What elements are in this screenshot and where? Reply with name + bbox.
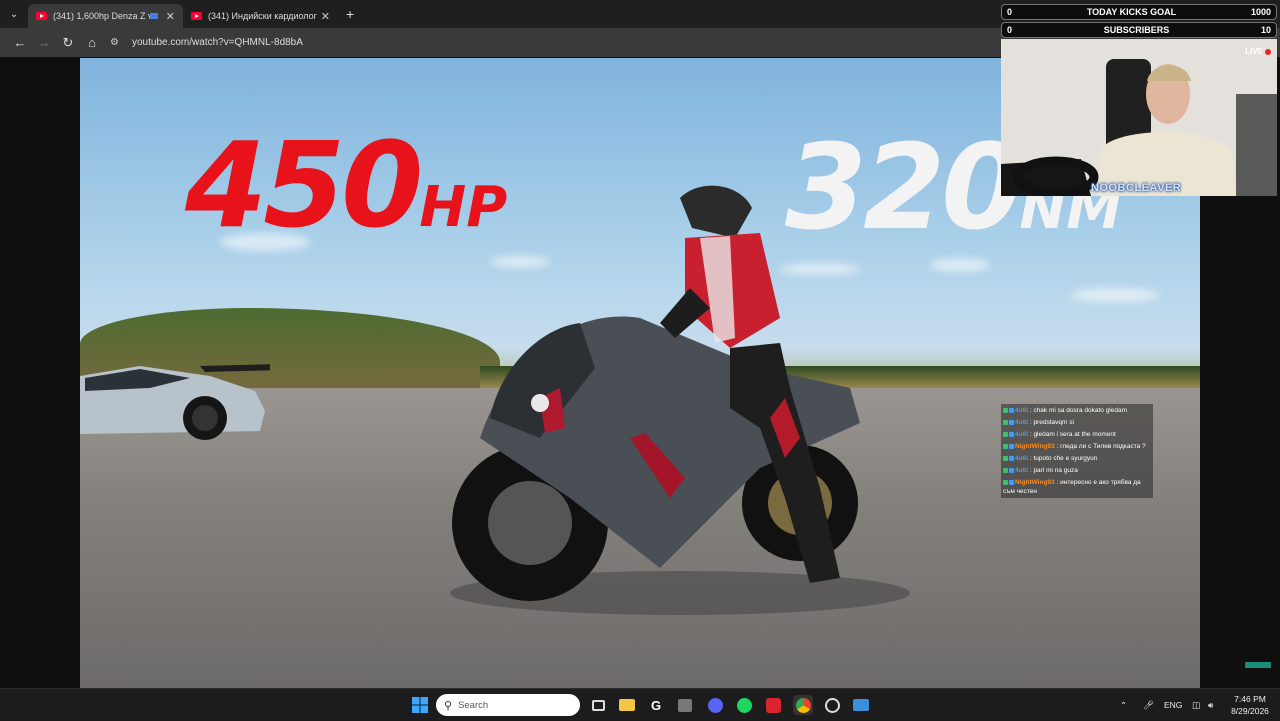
file-explorer-icon[interactable] xyxy=(617,695,637,715)
badge-icon xyxy=(1003,407,1008,413)
system-clock[interactable]: 7:46 PM 8/29/2026 xyxy=(1226,693,1274,717)
clock-time: 7:46 PM xyxy=(1234,694,1266,704)
obs-icon[interactable] xyxy=(822,695,842,715)
badge-icon xyxy=(1009,455,1014,461)
kicks-goal-bar: 0 TODAY KICKS GOAL 1000 xyxy=(1001,4,1277,20)
reload-icon[interactable]: ↻ xyxy=(56,31,80,55)
chat-username: 4u6i xyxy=(1015,467,1029,474)
g-app-icon[interactable]: G xyxy=(646,695,666,715)
badge-icon xyxy=(1003,467,1008,473)
tab-search-chevron-icon[interactable]: ⌄ xyxy=(0,0,28,28)
tab-title: (341) Индийски кардиолог ме xyxy=(208,11,317,21)
search-placeholder: Search xyxy=(458,699,489,711)
chat-text: parl mi na guza xyxy=(1033,467,1078,474)
chat-text: tupoto che e syurgyun xyxy=(1033,455,1098,462)
horsepower-stat: 450HP xyxy=(185,126,507,244)
chat-message: 4u6i : predstavqm si xyxy=(1003,417,1151,429)
horsepower-unit: HP xyxy=(419,175,508,240)
chat-message: NightWing93 : гледа ли с Тилев подкаста … xyxy=(1003,441,1151,453)
windows-start-icon[interactable] xyxy=(410,695,430,715)
goal-label: SUBSCRIBERS xyxy=(1103,25,1170,35)
chat-message: 4u6i : tupoto che e syurgyun xyxy=(1003,453,1151,465)
badge-icon xyxy=(1003,455,1008,461)
chat-text: chak mi sa dosra dokato gledam xyxy=(1033,407,1128,414)
badge-icon xyxy=(1009,407,1014,413)
tab-cardiologist[interactable]: (341) Индийски кардиолог ме ✕ xyxy=(183,4,338,28)
tab-denza[interactable]: (341) 1,600hp Denza Z v La ✕ xyxy=(28,4,183,28)
cloud xyxy=(930,258,990,272)
streamer-name: NOOBCLEAVER xyxy=(1091,182,1182,194)
site-info-icon[interactable]: ⚙ xyxy=(110,37,124,48)
chat-overlay: 4u6i : chak mi sa dosra dokato gledam 4u6… xyxy=(1001,404,1153,498)
badge-icon xyxy=(1009,419,1014,425)
forward-arrow-icon[interactable]: → xyxy=(32,31,56,55)
chat-message: NightWing93 : интересно е ако трябва да … xyxy=(1003,477,1151,497)
volume-icon[interactable]: 🔊︎ xyxy=(1208,689,1213,721)
badge-icon xyxy=(1003,479,1008,485)
sports-car xyxy=(80,364,270,440)
network-icon[interactable]: ◫ xyxy=(1192,689,1200,721)
horsepower-value: 450 xyxy=(185,116,423,254)
webcam-scene xyxy=(1001,39,1277,196)
windows-taskbar: ⚲ Search G ⌃ 🎤︎ ENG ◫ 🔊︎ 7:46 PM 8/29/20… xyxy=(0,688,1280,720)
chat-message: 4u6i : parl mi na guza xyxy=(1003,465,1151,477)
goal-target: 1000 xyxy=(1250,7,1271,17)
close-tab-icon[interactable]: ✕ xyxy=(166,10,175,23)
badge-icon xyxy=(1009,431,1014,437)
badge-icon xyxy=(1003,419,1008,425)
chat-username: NightWing93 xyxy=(1015,479,1055,486)
show-hidden-icons-chevron[interactable]: ⌃ xyxy=(1120,689,1127,721)
subscribers-goal-bar: 0 SUBSCRIBERS 10 xyxy=(1001,22,1277,38)
badge-icon xyxy=(1009,467,1014,473)
chat-username: 4u6i xyxy=(1015,407,1029,414)
url-text: youtube.com/watch?v=QHMNL-8d8bA xyxy=(132,37,303,48)
address-bar[interactable]: ⚙ youtube.com/watch?v=QHMNL-8d8bA xyxy=(110,31,990,54)
discord-icon[interactable] xyxy=(705,695,725,715)
live-label: LIVE xyxy=(1245,47,1263,56)
live-dot-icon xyxy=(1265,48,1271,55)
badge-icon xyxy=(1003,431,1008,437)
goal-target: 10 xyxy=(1260,25,1271,35)
webcam-overlay: LIVE NOOBCLEAVER xyxy=(1001,39,1277,196)
goal-label: TODAY KICKS GOAL xyxy=(1086,7,1177,17)
chrome-icon[interactable] xyxy=(793,695,813,715)
live-indicator: LIVE xyxy=(1245,47,1271,56)
photos-icon[interactable] xyxy=(851,695,871,715)
chat-message: 4u6i : chak mi sa dosra dokato gledam xyxy=(1003,405,1151,417)
close-tab-icon[interactable]: ✕ xyxy=(321,10,330,23)
language-indicator[interactable]: ENG xyxy=(1164,689,1182,721)
microphone-icon[interactable]: 🎤︎ xyxy=(1143,689,1154,721)
spotify-icon[interactable] xyxy=(734,695,754,715)
torque-value: 320 xyxy=(785,118,1023,256)
back-arrow-icon[interactable]: ← xyxy=(8,31,32,55)
tab-audio-icon[interactable] xyxy=(149,13,158,19)
cloud xyxy=(1070,288,1160,302)
chat-text: gledam i sera at the moment xyxy=(1033,431,1116,438)
clock-date: 8/29/2026 xyxy=(1231,706,1269,716)
badge-icon xyxy=(1009,479,1014,485)
badge-icon xyxy=(1003,443,1008,449)
chat-text: гледа ли с Тилев подкаста ? xyxy=(1060,443,1146,450)
chat-message: 4u6i : gledam i sera at the moment xyxy=(1003,429,1151,441)
youtube-icon xyxy=(191,12,202,20)
chat-username: 4u6i xyxy=(1015,431,1029,438)
stream-widget-icon xyxy=(1245,662,1271,668)
task-view-icon[interactable] xyxy=(588,695,608,715)
chat-username: NightWing93 xyxy=(1015,443,1055,450)
tab-title: (341) 1,600hp Denza Z v La xyxy=(53,11,150,21)
chat-username: 4u6i xyxy=(1015,455,1029,462)
chat-username: 4u6i xyxy=(1015,419,1029,426)
red-app-icon[interactable] xyxy=(763,695,783,715)
badge-icon xyxy=(1009,443,1014,449)
youtube-icon xyxy=(36,12,47,20)
taskbar-search-input[interactable]: ⚲ Search xyxy=(436,694,580,716)
search-icon: ⚲ xyxy=(444,699,453,712)
chat-text: predstavqm si xyxy=(1033,419,1074,426)
new-tab-button[interactable]: + xyxy=(346,6,354,22)
home-icon[interactable]: ⌂ xyxy=(80,31,104,55)
store-icon[interactable] xyxy=(675,695,695,715)
